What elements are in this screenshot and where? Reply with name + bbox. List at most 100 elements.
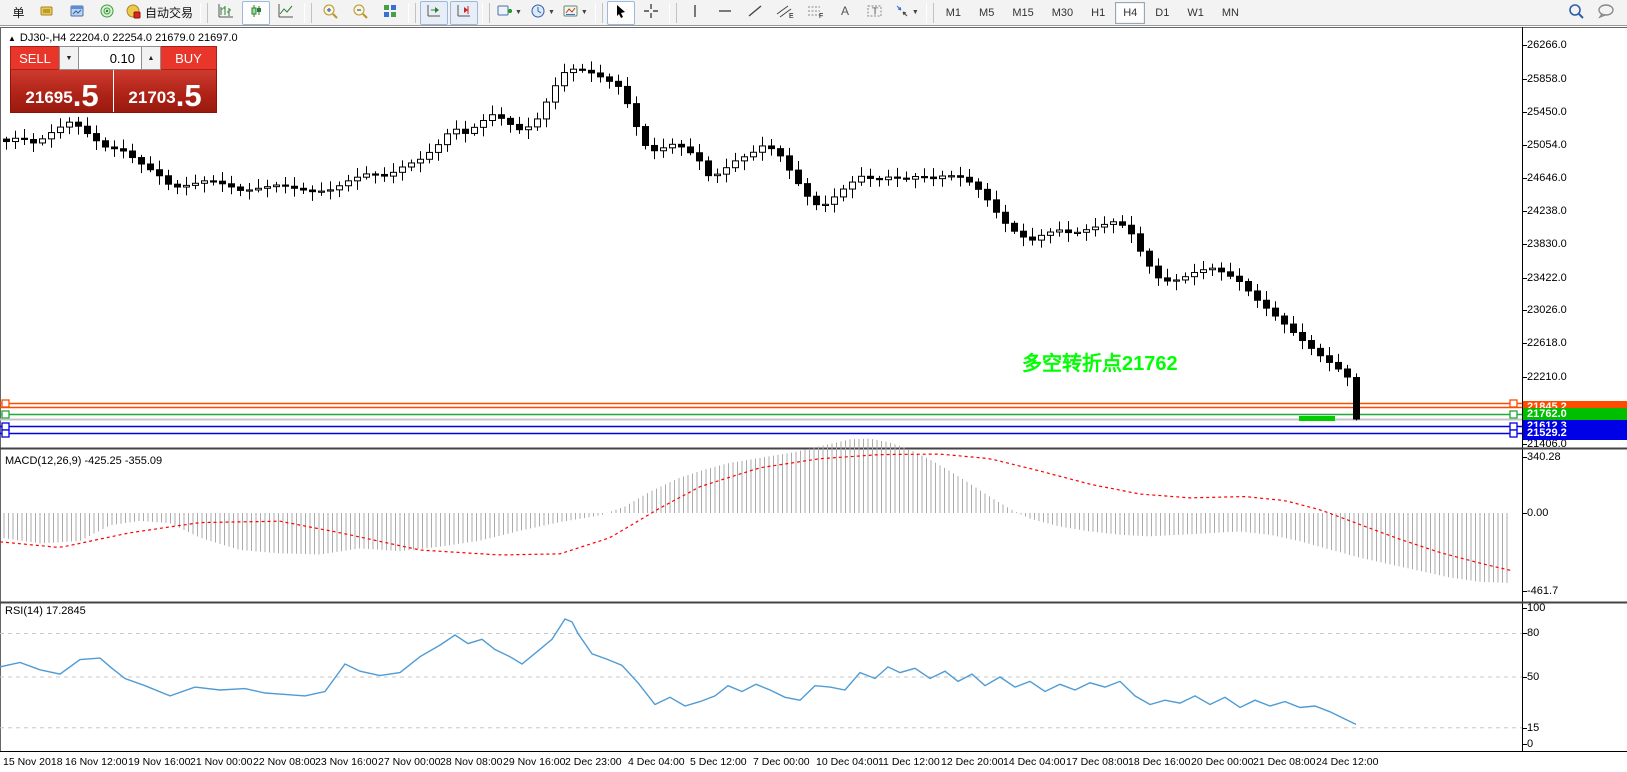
candlestick-chart-button[interactable] [242, 1, 270, 25]
zoom-out-icon [352, 3, 369, 22]
svg-text:E: E [789, 13, 794, 19]
bar-chart-icon [218, 3, 234, 22]
text-button[interactable]: A [831, 1, 859, 25]
axis-tick-label: 24646.0 [1527, 172, 1567, 184]
timeframe-button-m5[interactable]: M5 [971, 2, 1002, 24]
axis-tick-label: 25054.0 [1527, 139, 1567, 151]
timeframe-button-h1[interactable]: H1 [1083, 2, 1113, 24]
templates-button[interactable]: ▼ [560, 1, 591, 25]
svg-text:T: T [872, 7, 878, 18]
time-tick-label: 4 Dec 04:00 [628, 756, 685, 768]
axis-tick-label: 22210.0 [1527, 371, 1567, 383]
buy-button[interactable]: BUY [161, 46, 217, 70]
cursor-button[interactable] [607, 1, 635, 25]
timeframe-button-h4[interactable]: H4 [1115, 2, 1145, 24]
chat-button[interactable] [1592, 1, 1620, 25]
timeframe-button-d1[interactable]: D1 [1147, 2, 1177, 24]
search-button[interactable] [1562, 1, 1590, 25]
time-tick-label: 24 Dec 12:00 [1316, 756, 1378, 768]
vertical-line-icon [689, 3, 701, 22]
zoom-out-button[interactable] [346, 1, 374, 25]
periods-button[interactable]: ▼ [527, 1, 558, 25]
chart-shift-button[interactable] [420, 1, 448, 25]
text-icon: A [838, 3, 852, 22]
fibonacci-button[interactable]: F [801, 1, 829, 25]
chart-canvas[interactable] [0, 27, 1627, 772]
axis-tick-label: 100 [1527, 602, 1545, 614]
auto-scroll-button[interactable] [450, 1, 478, 25]
text-label-icon: T [866, 3, 884, 22]
toolbar-separator [408, 3, 416, 23]
auto-scroll-icon [456, 3, 472, 22]
axis-tick-label: 22618.0 [1527, 337, 1567, 349]
time-tick-label: 5 Dec 12:00 [690, 756, 747, 768]
toolbar-separator [482, 3, 490, 23]
template-icon [563, 3, 579, 22]
window-collapse-icon[interactable]: ▲ [8, 34, 16, 43]
buy-price[interactable]: 21703 .5 [114, 70, 216, 112]
timeframe-button-mn[interactable]: MN [1214, 2, 1247, 24]
chart-window: ▲DJ30-,H4 22204.0 22254.0 21679.0 21697.… [0, 27, 1627, 772]
axis-tick-label: 25450.0 [1527, 106, 1567, 118]
tile-windows-icon [382, 3, 398, 22]
dropdown-arrow-icon: ▼ [548, 9, 555, 16]
time-tick-label: 14 Dec 04:00 [1003, 756, 1065, 768]
chart-title: ▲DJ30-,H4 22204.0 22254.0 21679.0 21697.… [8, 32, 238, 44]
navigator-button[interactable] [63, 1, 91, 25]
volume-input[interactable] [79, 46, 141, 70]
arrows-button[interactable]: ▼ [891, 1, 922, 25]
fibonacci-icon: F [806, 3, 824, 22]
axis-tick-label: 50 [1527, 671, 1539, 683]
volume-down-button[interactable]: ▼ [59, 46, 79, 70]
toolbar-separator [304, 3, 312, 23]
time-tick-label: 21 Nov 00:00 [190, 756, 252, 768]
signals-button[interactable] [93, 1, 121, 25]
chart-annotation-text: 多空转折点21762 [1022, 347, 1178, 376]
time-tick-label: 10 Dec 04:00 [816, 756, 878, 768]
toolbar-separator [595, 3, 603, 23]
axis-tick-label: 15 [1527, 722, 1539, 734]
arrows-icon [894, 3, 910, 22]
trendline-icon [747, 3, 763, 22]
timeframe-button-m1[interactable]: M1 [938, 2, 969, 24]
axis-tick-label: 24238.0 [1527, 205, 1567, 217]
line-chart-button[interactable] [272, 1, 300, 25]
time-tick-label: 16 Nov 12:00 [65, 756, 127, 768]
vertical-line-button[interactable] [681, 1, 709, 25]
timeframe-button-m30[interactable]: M30 [1044, 2, 1081, 24]
time-tick-label: 2 Dec 23:00 [565, 756, 622, 768]
axis-tick-label: 25858.0 [1527, 73, 1567, 85]
autotrading-button[interactable]: 自动交易 [123, 1, 196, 25]
zoom-in-icon [322, 3, 339, 22]
tile-windows-button[interactable] [376, 1, 404, 25]
equidistant-channel-button[interactable]: E [771, 1, 799, 25]
timeframe-button-m15[interactable]: M15 [1004, 2, 1041, 24]
time-tick-label: 20 Dec 00:00 [1191, 756, 1253, 768]
time-tick-label: 23 Nov 16:00 [315, 756, 377, 768]
axis-tick-label: 23026.0 [1527, 304, 1567, 316]
sell-price[interactable]: 21695 .5 [11, 70, 114, 112]
crosshair-button[interactable] [637, 1, 665, 25]
toolbar: 单 自动交易 ▼ ▼ [0, 0, 1627, 26]
autotrading-icon [126, 3, 142, 22]
time-tick-label: 18 Dec 16:00 [1128, 756, 1190, 768]
text-label-button[interactable]: T [861, 1, 889, 25]
marketwatch-button[interactable] [33, 1, 61, 25]
axis-tick-label: -461.7 [1527, 585, 1558, 597]
candlestick-chart-icon [248, 3, 264, 22]
trendline-button[interactable] [741, 1, 769, 25]
toolbar-separator [669, 3, 677, 23]
volume-up-button[interactable]: ▲ [141, 46, 161, 70]
bar-chart-button[interactable] [212, 1, 240, 25]
new-chart-button[interactable]: ▼ [494, 1, 525, 25]
time-tick-label: 22 Nov 08:00 [253, 756, 315, 768]
svg-text:F: F [819, 13, 823, 19]
time-tick-label: 27 Nov 00:00 [378, 756, 440, 768]
time-tick-label: 7 Dec 00:00 [753, 756, 810, 768]
new-order-button[interactable]: 单 [3, 1, 31, 25]
sell-button[interactable]: SELL [10, 46, 59, 70]
dropdown-arrow-icon: ▼ [581, 9, 588, 16]
horizontal-line-button[interactable] [711, 1, 739, 25]
timeframe-button-w1[interactable]: W1 [1179, 2, 1212, 24]
zoom-in-button[interactable] [316, 1, 344, 25]
